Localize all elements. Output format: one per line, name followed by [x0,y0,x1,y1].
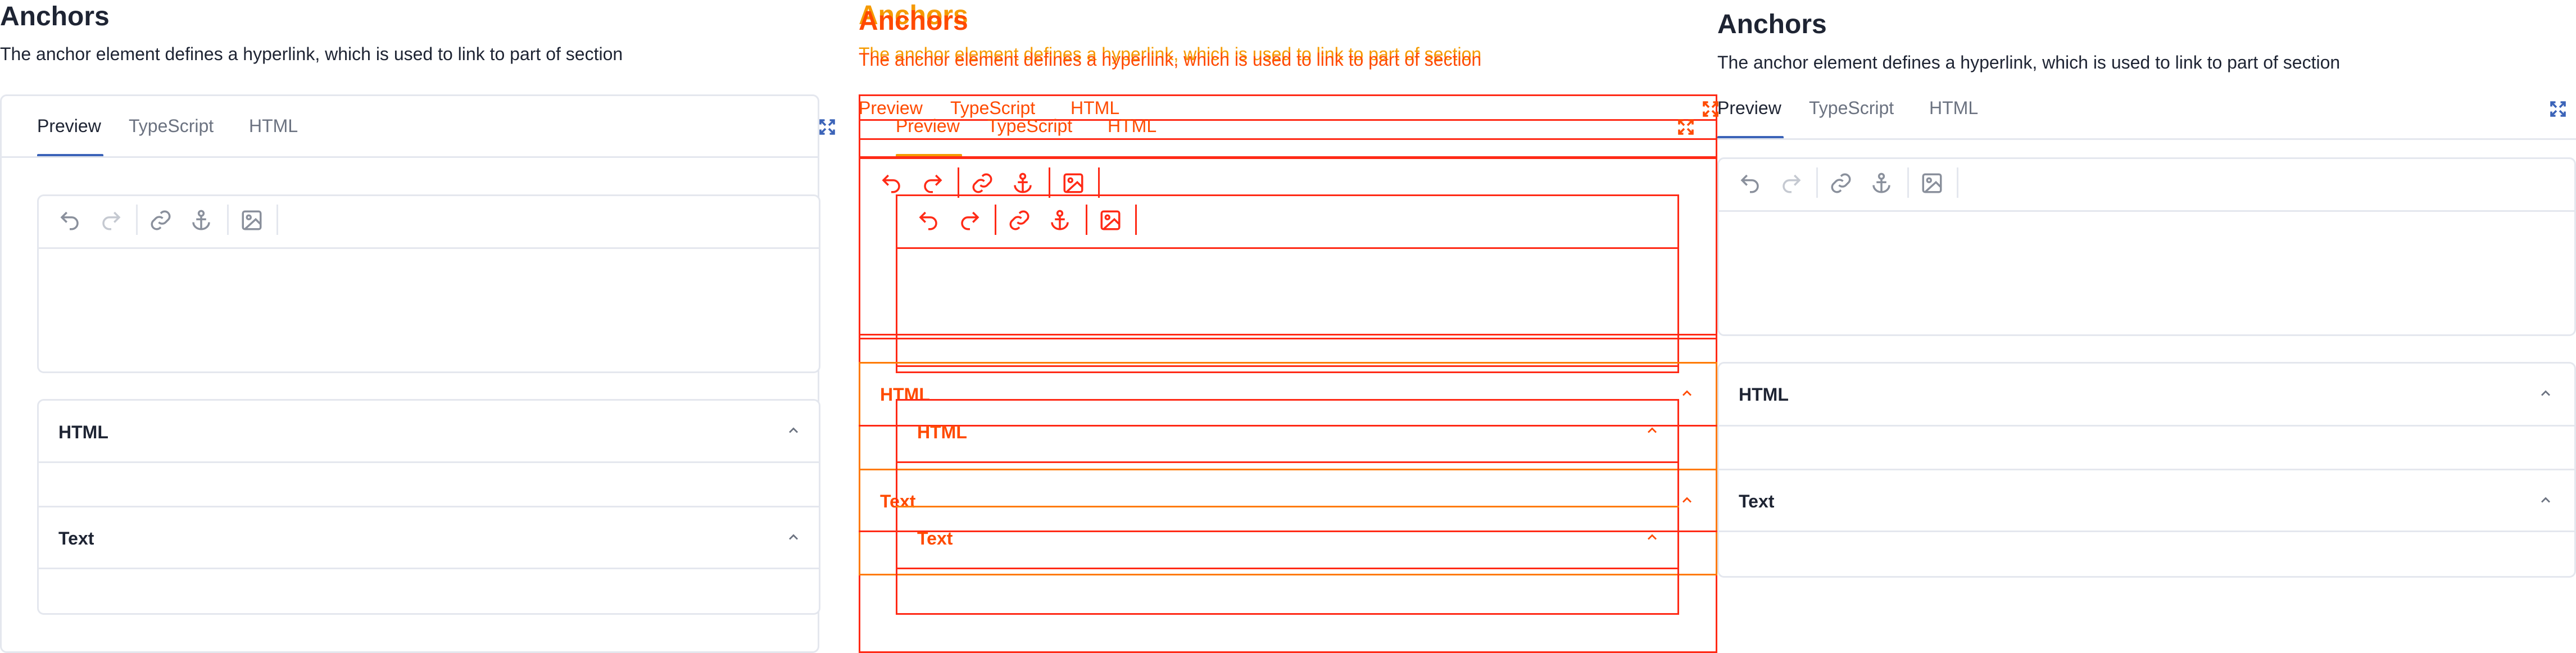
accordion-outline [896,568,1679,569]
demo-panel-right: Anchors The anchor element defines a hyp… [1717,0,2576,653]
tabs-divider [0,156,819,158]
link-icon[interactable] [1004,205,1035,236]
tab-html[interactable]: HTML [1108,115,1157,137]
toolbar-separator [1098,167,1100,198]
tab-preview[interactable]: Preview [37,115,101,137]
image-icon[interactable] [1095,205,1126,236]
anchor-icon[interactable] [185,205,217,236]
chevron-up-icon[interactable] [1644,423,1660,441]
chevron-up-icon[interactable] [1644,529,1660,548]
chevron-up-icon[interactable] [1679,386,1695,404]
accordion-header-html[interactable]: HTML [58,421,108,443]
image-icon[interactable] [1916,167,1948,199]
accordion-header-text[interactable]: Text [917,527,953,550]
chevron-up-icon[interactable] [2538,386,2554,404]
toolbar-separator [958,167,959,198]
accordion-divider [37,568,820,569]
toolbar-separator [1907,167,1909,198]
tab-typescript[interactable]: TypeScript [1809,97,1894,119]
accordion-header-text[interactable]: Text [1739,490,1774,513]
toolbar-separator [995,205,996,235]
tab-typescript[interactable]: TypeScript [987,115,1072,137]
accordion-header-text[interactable]: Text [58,527,94,550]
expand-icon[interactable] [2542,93,2574,125]
undo-icon[interactable] [1734,167,1766,199]
editor-outline [859,334,1717,335]
toolbar-separator [227,205,229,235]
page-title: Anchors [859,6,968,36]
accordion-divider [1717,530,2576,532]
page-description: The anchor element defines a hyperlink, … [1717,52,2341,72]
toolbar-separator [1049,167,1050,198]
chevron-up-icon[interactable] [786,529,801,548]
chevron-up-icon[interactable] [2538,492,2554,511]
tab-html[interactable]: HTML [1929,97,1978,119]
accordion-outline [896,461,1679,463]
redo-icon[interactable] [954,205,986,236]
tab-html[interactable]: HTML [249,115,298,137]
toolbar-outline [896,247,1679,249]
accordion-header-html[interactable]: HTML [917,421,967,443]
redo-icon[interactable] [96,205,127,236]
editor-content-area[interactable] [1719,212,2574,334]
expand-icon[interactable] [811,111,843,143]
chevron-up-icon[interactable] [786,423,801,441]
undo-icon[interactable] [54,205,85,236]
tab-typescript[interactable]: TypeScript [129,115,214,137]
anchor-icon[interactable] [1866,167,1897,199]
chevron-up-icon[interactable] [1679,492,1695,511]
tab-preview[interactable]: Preview [896,115,960,137]
toolbar-separator [136,205,138,235]
tabs-divider [1717,138,2576,140]
tabs-outline [859,138,1717,140]
image-icon[interactable] [236,205,267,236]
toolbar-separator [1957,167,1958,198]
toolbar-separator [1086,205,1087,235]
page-description: The anchor element defines a hyperlink, … [0,44,623,64]
accordion-header-html[interactable]: HTML [1739,383,1789,406]
tab-preview[interactable]: Preview [1717,97,1781,119]
page-title: Anchors [1717,10,1827,39]
link-icon[interactable] [1825,167,1857,199]
accordion-divider [1717,425,2576,427]
demo-panel-outlined: Anchors Anchors The anchor element defin… [859,0,1718,653]
link-icon[interactable] [145,205,176,236]
accordion-divider [37,506,820,507]
toolbar-separator [1816,167,1818,198]
page-description: The anchor element defines a hyperlink, … [859,49,1482,70]
undo-icon[interactable] [913,205,944,236]
editor-content-area[interactable] [39,249,819,371]
accordion-divider [37,461,820,463]
accordion-divider [1717,469,2576,470]
anchor-icon[interactable] [1044,205,1076,236]
toolbar-separator [276,205,278,235]
toolbar-separator [1135,205,1137,235]
accordion-outline [896,506,1679,507]
demo-panel-left: Anchors The anchor element defines a hyp… [0,0,859,653]
redo-icon[interactable] [1776,167,1807,199]
page-title: Anchors [0,2,110,31]
